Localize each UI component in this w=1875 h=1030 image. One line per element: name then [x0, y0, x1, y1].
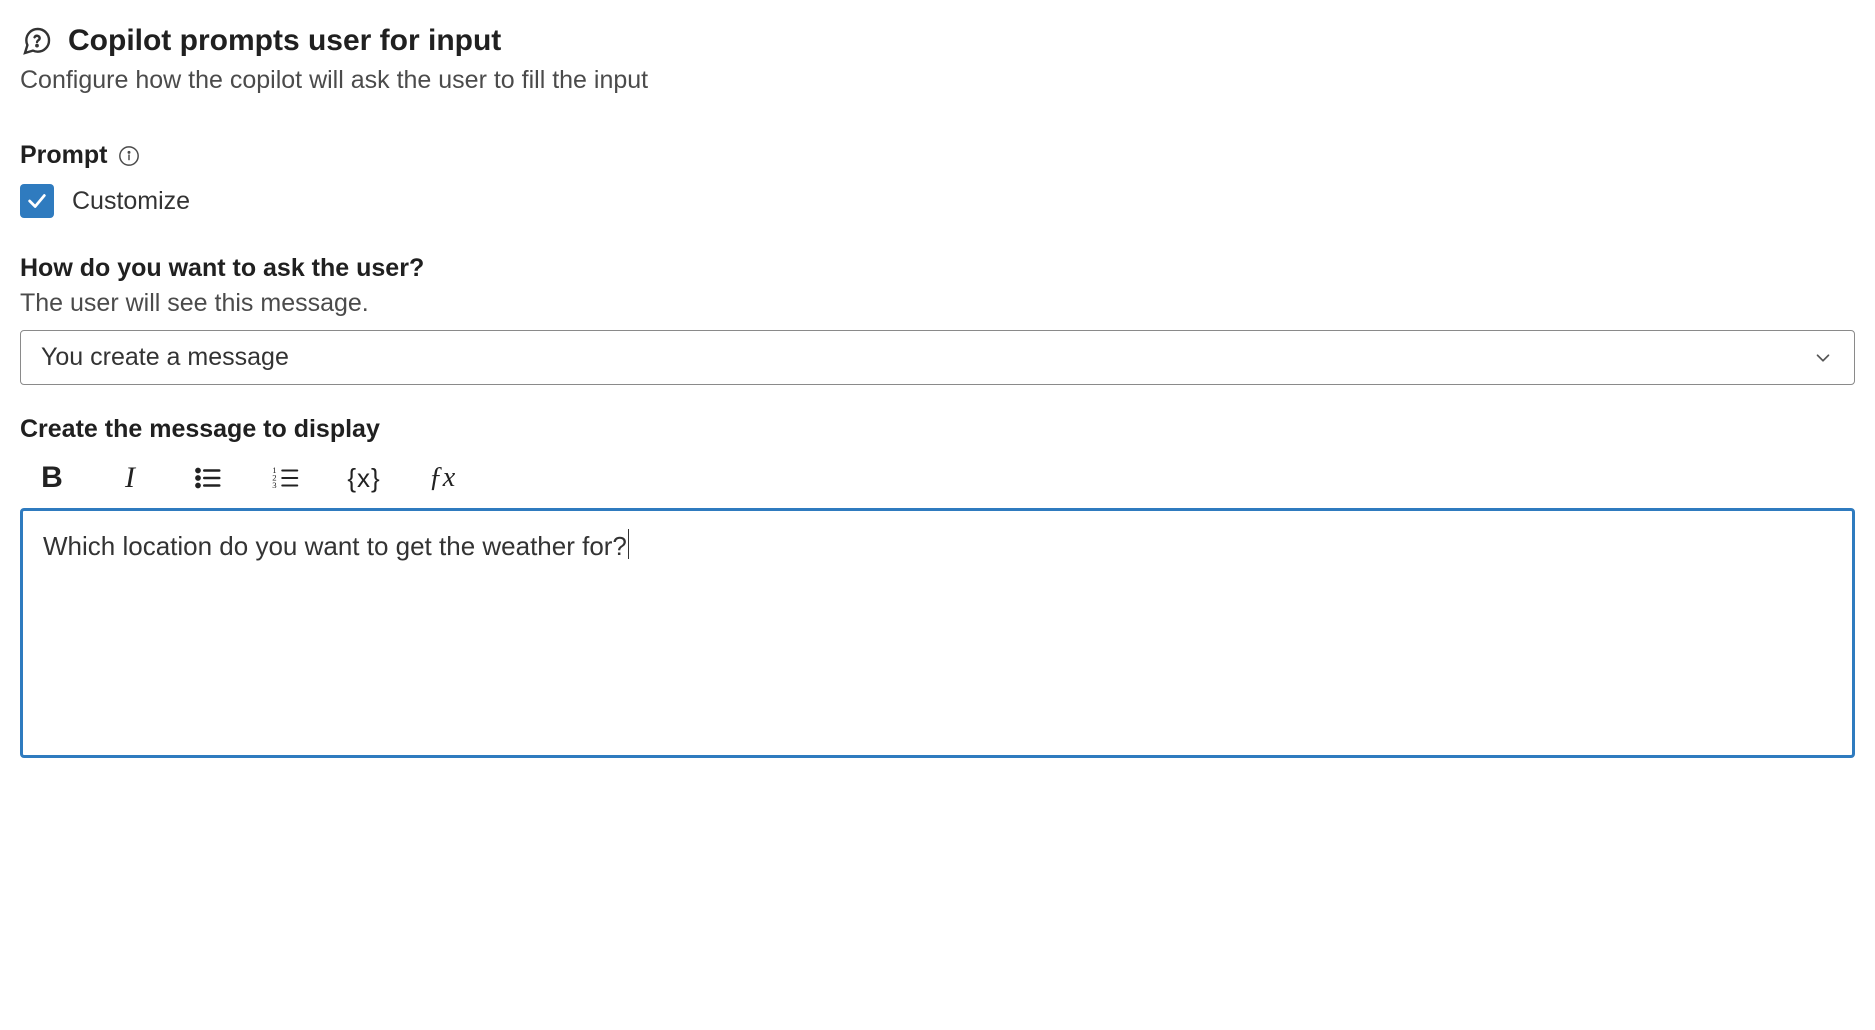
ask-mode-dropdown[interactable]: You create a message	[20, 330, 1855, 385]
page-subtitle: Configure how the copilot will ask the u…	[20, 66, 1855, 95]
prompt-label-row: Prompt	[20, 141, 140, 170]
chat-question-icon	[20, 24, 54, 58]
message-editor[interactable]: Which location do you want to get the we…	[20, 508, 1855, 758]
bullet-list-button[interactable]	[190, 460, 226, 496]
insert-formula-button[interactable]: ƒx	[424, 460, 460, 496]
ask-mode-sub: The user will see this message.	[20, 289, 1855, 318]
numbered-list-button[interactable]: 1 2 3	[268, 460, 304, 496]
italic-button[interactable]: I	[112, 460, 148, 496]
chevron-down-icon	[1812, 347, 1834, 369]
ask-mode-dropdown-value: You create a message	[41, 343, 289, 372]
customize-checkbox-label: Customize	[72, 187, 190, 216]
text-cursor	[628, 529, 630, 559]
create-message-heading: Create the message to display	[20, 415, 1855, 444]
info-icon[interactable]	[118, 145, 140, 167]
ask-mode-heading: How do you want to ask the user?	[20, 254, 1855, 283]
editor-toolbar: B I 1 2 3 {x} ƒx	[34, 460, 1855, 496]
prompt-label: Prompt	[20, 141, 108, 170]
page-title: Copilot prompts user for input	[68, 24, 501, 58]
customize-checkbox[interactable]	[20, 184, 54, 218]
insert-variable-button[interactable]: {x}	[346, 460, 382, 496]
bold-button[interactable]: B	[34, 460, 70, 496]
message-editor-content: Which location do you want to get the we…	[43, 531, 627, 561]
svg-text:3: 3	[272, 480, 277, 490]
